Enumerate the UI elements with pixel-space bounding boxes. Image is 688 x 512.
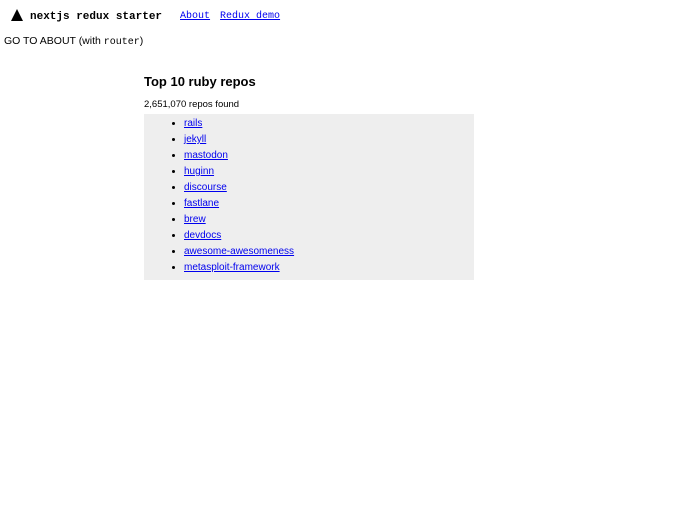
list-item: huginn: [184, 164, 468, 180]
repo-link[interactable]: discourse: [184, 182, 227, 193]
router-prefix: GO TO ABOUT (with: [4, 35, 104, 47]
list-item: rails: [184, 116, 468, 132]
repo-link[interactable]: fastlane: [184, 198, 219, 209]
list-item: awesome-awesomeness: [184, 244, 468, 260]
repo-link[interactable]: brew: [184, 214, 206, 225]
router-code: router: [104, 37, 140, 48]
repo-link[interactable]: awesome-awesomeness: [184, 246, 294, 257]
page-title: Top 10 ruby repos: [144, 74, 544, 89]
list-item: brew: [184, 212, 468, 228]
app-title: nextjs redux starter: [30, 11, 162, 23]
repo-link[interactable]: rails: [184, 118, 202, 129]
logo-icon: [10, 8, 24, 25]
router-suffix: ): [140, 35, 144, 47]
repo-count: 2,651,070 repos found: [144, 99, 544, 110]
goto-about-router[interactable]: GO TO ABOUT (with router): [0, 33, 688, 50]
repo-link[interactable]: huginn: [184, 166, 214, 177]
repo-link[interactable]: devdocs: [184, 230, 221, 241]
repo-list: rails jekyll mastodon huginn discourse f…: [150, 116, 468, 276]
main-content: Top 10 ruby repos 2,651,070 repos found …: [144, 74, 544, 280]
repo-list-container: rails jekyll mastodon huginn discourse f…: [144, 114, 474, 280]
list-item: jekyll: [184, 132, 468, 148]
list-item: discourse: [184, 180, 468, 196]
repo-link[interactable]: mastodon: [184, 150, 228, 161]
list-item: metasploit-framework: [184, 260, 468, 276]
list-item: fastlane: [184, 196, 468, 212]
nav-redux-demo[interactable]: Redux demo: [220, 11, 280, 22]
repo-link[interactable]: metasploit-framework: [184, 262, 280, 273]
list-item: devdocs: [184, 228, 468, 244]
header: nextjs redux starter About Redux demo: [0, 0, 688, 33]
list-item: mastodon: [184, 148, 468, 164]
nav-about[interactable]: About: [180, 11, 210, 22]
repo-link[interactable]: jekyll: [184, 134, 206, 145]
